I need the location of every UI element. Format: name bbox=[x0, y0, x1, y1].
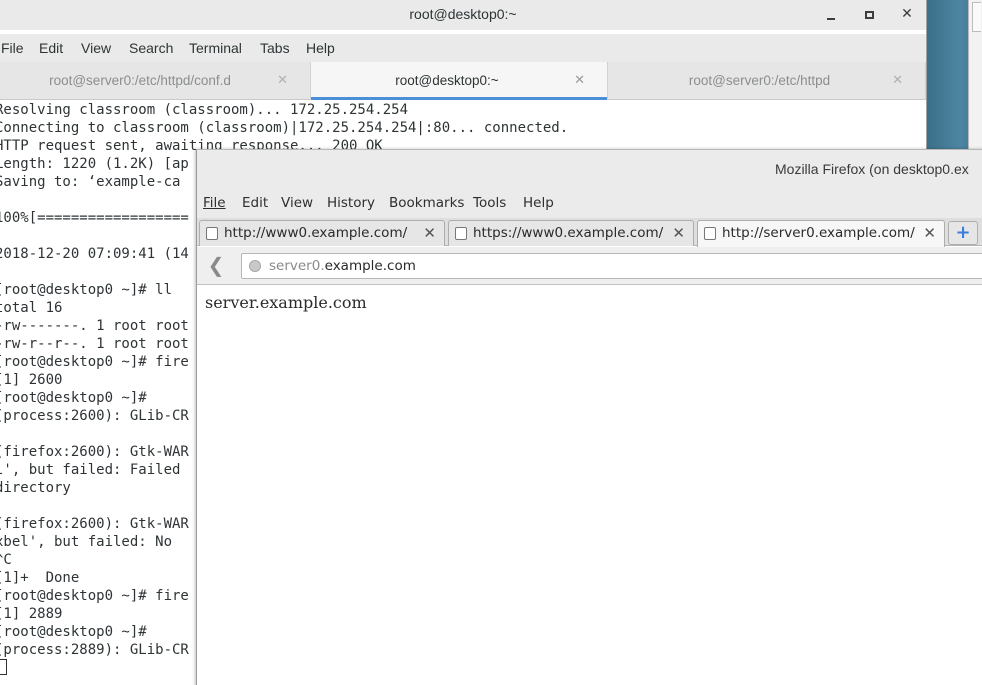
terminal-cursor bbox=[0, 659, 7, 675]
terminal-line: Connecting to classroom (classroom)|172.… bbox=[0, 120, 569, 136]
tab-close-icon[interactable]: ✕ bbox=[277, 72, 288, 88]
firefox-titlebar[interactable]: Mozilla Firefox (on desktop0.ex bbox=[197, 150, 982, 190]
menu-help[interactable]: Help bbox=[306, 40, 335, 56]
browser-tab-server0[interactable]: http://server0.example.com/ ✕ bbox=[697, 220, 945, 247]
firefox-tabbar: http://www0.example.com/ ✕ https://www0.… bbox=[197, 218, 982, 247]
browser-tab-www0-https[interactable]: https://www0.example.com/ ✕ bbox=[448, 220, 694, 246]
menu-view[interactable]: View bbox=[81, 40, 111, 56]
maximize-button[interactable] bbox=[858, 4, 880, 24]
tab-close-icon[interactable]: ✕ bbox=[423, 224, 436, 242]
browser-tab-label: https://www0.example.com/ bbox=[473, 225, 664, 241]
terminal-tab-label: root@server0:/etc/httpd bbox=[688, 73, 831, 88]
url-text: server0.example.com bbox=[269, 258, 416, 274]
terminal-tab-label: root@desktop0:~ bbox=[395, 73, 499, 88]
ff-menu-bookmarks[interactable]: Bookmarks bbox=[389, 195, 464, 211]
ff-menu-file[interactable]: File bbox=[203, 195, 226, 211]
page-favicon-icon bbox=[206, 227, 218, 240]
firefox-window: Mozilla Firefox (on desktop0.ex File Edi… bbox=[196, 149, 982, 685]
active-tab-indicator bbox=[311, 97, 607, 100]
page-favicon-icon bbox=[704, 227, 716, 240]
terminal-menubar: File Edit View Search Terminal Tabs Help bbox=[0, 34, 926, 62]
page-body-text: server.example.com bbox=[205, 293, 367, 312]
menu-tabs[interactable]: Tabs bbox=[260, 40, 290, 56]
terminal-tab-serverhttpd[interactable]: root@server0:/etc/httpd ✕ bbox=[608, 62, 926, 100]
terminal-tab-serverconfd[interactable]: root@server0:/etc/httpd/conf.d ✕ bbox=[0, 62, 311, 100]
menu-terminal[interactable]: Terminal bbox=[189, 40, 242, 56]
tab-close-icon[interactable]: ✕ bbox=[574, 72, 585, 88]
new-tab-button[interactable]: + bbox=[948, 221, 978, 245]
panel-handle bbox=[972, 2, 981, 32]
back-arrow-icon: ❮ bbox=[207, 253, 225, 277]
back-button[interactable]: ❮ bbox=[203, 254, 229, 278]
terminal-tab-desktop[interactable]: root@desktop0:~ ✕ bbox=[311, 62, 608, 100]
terminal-title: root@desktop0:~ bbox=[409, 6, 517, 22]
terminal-tab-label: root@server0:/etc/httpd/conf.d bbox=[49, 73, 231, 88]
tab-close-icon[interactable]: ✕ bbox=[672, 224, 685, 242]
close-button[interactable]: ✕ bbox=[896, 4, 918, 24]
firefox-navbar: ❮ server0.example.com bbox=[197, 247, 982, 285]
plus-icon: + bbox=[955, 222, 971, 243]
terminal-titlebar[interactable]: root@desktop0:~ ✕ bbox=[0, 0, 926, 30]
menu-edit[interactable]: Edit bbox=[39, 40, 63, 56]
tab-close-icon[interactable]: ✕ bbox=[892, 72, 903, 88]
terminal-line: Resolving classroom (classroom)... 172.2… bbox=[0, 102, 409, 118]
tab-close-icon[interactable]: ✕ bbox=[923, 224, 936, 242]
maximize-icon bbox=[864, 11, 874, 19]
ff-menu-view[interactable]: View bbox=[281, 195, 313, 211]
menu-mnemonic: File bbox=[203, 195, 226, 211]
ff-menu-tools[interactable]: Tools bbox=[473, 195, 506, 211]
url-subdomain: server0. bbox=[269, 258, 325, 274]
browser-tab-label: http://server0.example.com/ bbox=[722, 225, 915, 241]
menu-search[interactable]: Search bbox=[129, 40, 173, 56]
desktop-side-panel bbox=[968, 0, 982, 150]
terminal-tabbar: root@server0:/etc/httpd/conf.d ✕ root@de… bbox=[0, 62, 926, 100]
page-content: server.example.com bbox=[197, 286, 982, 685]
browser-tab-www0-http[interactable]: http://www0.example.com/ ✕ bbox=[199, 220, 445, 246]
ff-menu-history[interactable]: History bbox=[327, 195, 375, 211]
minimize-button[interactable] bbox=[820, 4, 842, 24]
globe-icon bbox=[249, 260, 261, 272]
firefox-title: Mozilla Firefox (on desktop0.ex bbox=[775, 161, 969, 177]
menu-file[interactable]: File bbox=[1, 40, 24, 56]
url-domain: example.com bbox=[324, 258, 416, 274]
browser-tab-label: http://www0.example.com/ bbox=[224, 225, 408, 241]
firefox-menubar: File Edit View History Bookmarks Tools H… bbox=[197, 190, 982, 218]
minimize-icon bbox=[827, 18, 835, 20]
ff-menu-help[interactable]: Help bbox=[523, 195, 554, 211]
close-icon: ✕ bbox=[901, 6, 913, 22]
url-bar[interactable]: server0.example.com bbox=[241, 253, 982, 279]
ff-menu-edit[interactable]: Edit bbox=[242, 195, 268, 211]
page-favicon-icon bbox=[455, 227, 467, 240]
